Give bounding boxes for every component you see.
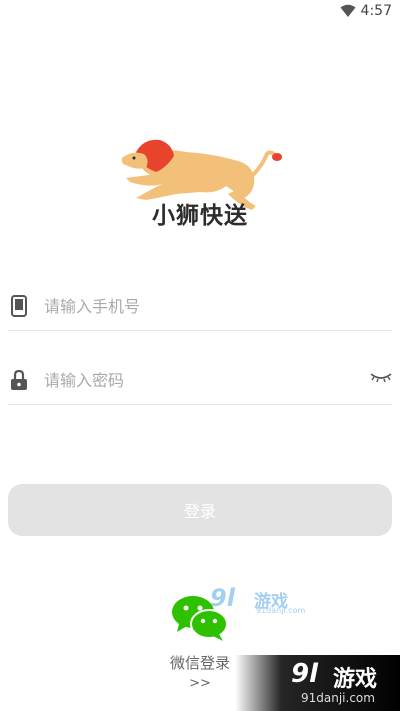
watermark-corner: 9l 游戏 91danji.com xyxy=(235,655,400,711)
password-input[interactable] xyxy=(42,364,346,396)
lock-icon xyxy=(11,369,27,390)
watermark-corner-number: 9l xyxy=(291,659,319,689)
phone-input[interactable] xyxy=(42,290,346,322)
watermark-small-site: 91danji.com xyxy=(256,606,306,615)
watermark-corner-text: 游戏 xyxy=(333,667,378,692)
watermark-corner-site: 91danji.com xyxy=(301,691,375,705)
phone-field-row xyxy=(8,280,392,331)
status-time: 4:57 xyxy=(360,3,392,19)
eye-closed-icon[interactable] xyxy=(370,370,392,384)
status-bar: 4:57 xyxy=(0,0,400,24)
login-button[interactable]: 登录 xyxy=(8,484,392,536)
phone-icon xyxy=(11,295,27,317)
wifi-icon xyxy=(340,4,356,17)
wechat-icon[interactable] xyxy=(171,594,229,642)
password-field-row xyxy=(8,354,392,405)
brand-name: 小狮快送 xyxy=(152,203,248,229)
